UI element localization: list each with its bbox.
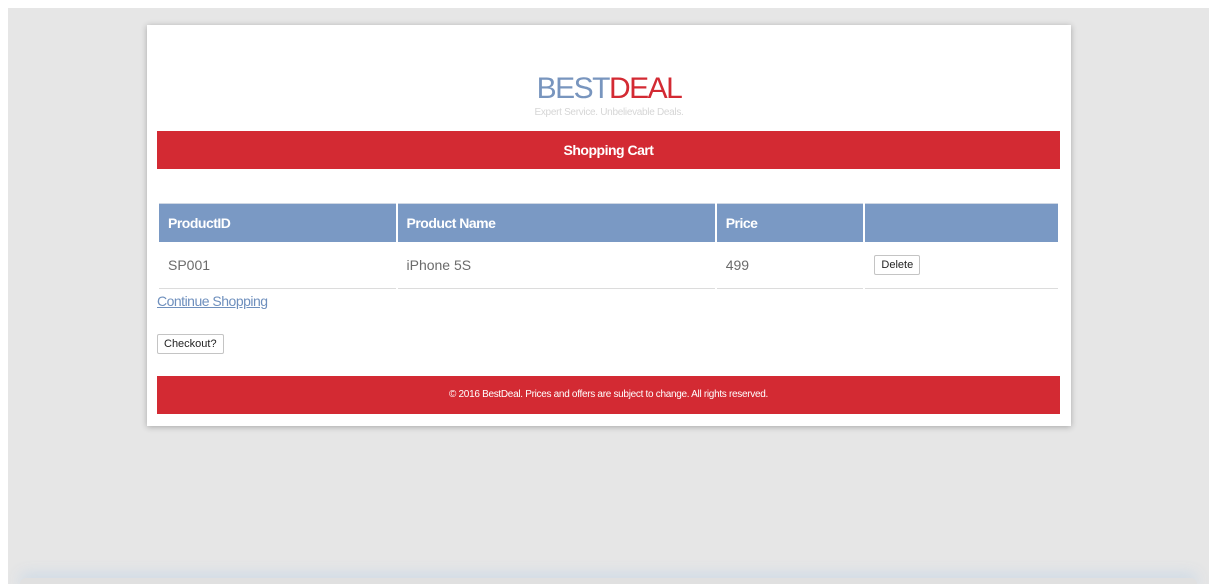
logo-best-text: BEST [536, 72, 611, 105]
cart-table: ProductID Product Name Price SP001 iPhon… [157, 203, 1060, 289]
logo-tagline: Expert Service. Unbelievable Deals. [534, 107, 684, 118]
cart-table-header-row: ProductID Product Name Price [159, 203, 1058, 242]
footer-copyright: © 2016 BestDeal. Prices and offers are s… [449, 389, 768, 400]
cell-product-id: SP001 [159, 242, 396, 289]
page-background: BESTDEAL Expert Service. Unbelievable De… [8, 8, 1209, 584]
cell-price: 499 [716, 242, 864, 289]
bestdeal-logo[interactable]: BESTDEAL [147, 73, 1071, 105]
cell-product-name: iPhone 5S [397, 242, 715, 289]
column-header-product-id: ProductID [159, 203, 396, 242]
cell-actions: Delete [865, 242, 1058, 289]
cart-page-container: BESTDEAL Expert Service. Unbelievable De… [147, 25, 1071, 426]
column-header-product-name: Product Name [397, 203, 715, 242]
column-header-actions [865, 203, 1058, 242]
checkout-button[interactable]: Checkout? [157, 334, 224, 354]
footer-bar: © 2016 BestDeal. Prices and offers are s… [157, 376, 1060, 414]
table-row: SP001 iPhone 5S 499 Delete [159, 242, 1058, 289]
page-title: Shopping Cart [563, 142, 654, 158]
continue-shopping-link[interactable]: Continue Shopping [157, 293, 268, 309]
logo-deal-text: DEAL [608, 72, 683, 105]
column-header-price: Price [716, 203, 864, 242]
delete-button[interactable]: Delete [874, 255, 921, 275]
bottom-edge-shadow [20, 578, 1197, 584]
page-title-bar: Shopping Cart [157, 131, 1060, 169]
